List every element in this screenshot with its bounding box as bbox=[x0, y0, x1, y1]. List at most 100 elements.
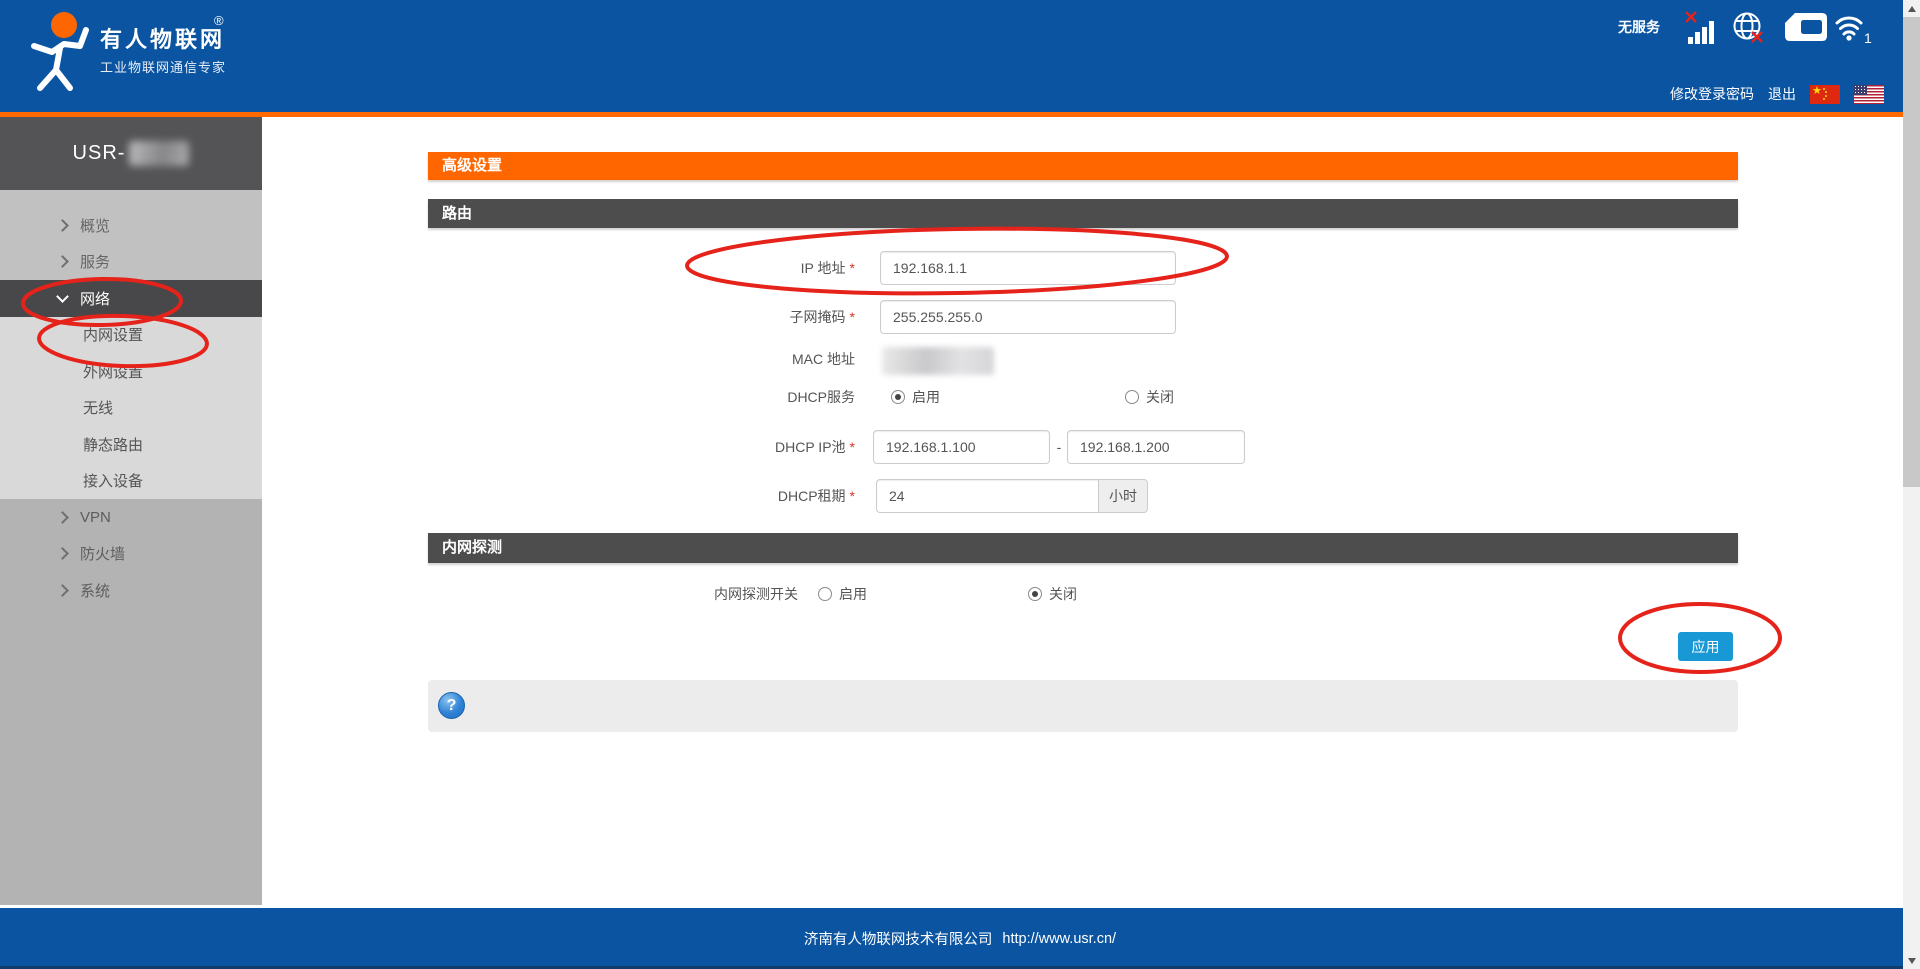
sidebar-item-services[interactable]: 服务 bbox=[0, 244, 262, 281]
globe-offline-icon bbox=[1732, 11, 1766, 45]
scrollbar-up-button[interactable] bbox=[1903, 0, 1920, 17]
probe-enable-label: 启用 bbox=[839, 584, 867, 604]
sidebar-item-lan-settings[interactable]: 内网设置 bbox=[0, 317, 262, 354]
sidebar-item-access-devices[interactable]: 接入设备 bbox=[0, 463, 262, 500]
sidebar-item-label: 接入设备 bbox=[83, 470, 143, 491]
header-links: 修改登录密码 退出 ★ bbox=[1670, 84, 1884, 104]
required-mark: * bbox=[850, 260, 855, 276]
chevron-right-icon bbox=[56, 584, 69, 597]
ip-address-input[interactable] bbox=[880, 251, 1176, 285]
sidebar-item-vpn[interactable]: VPN bbox=[0, 499, 262, 536]
form-row-dhcp-pool: DHCP IP池* - bbox=[428, 430, 1738, 464]
china-flag-icon[interactable]: ★ bbox=[1810, 85, 1840, 104]
chevron-right-icon bbox=[56, 547, 69, 560]
form-row-lan-probe-switch: 内网探测开关 启用 关闭 bbox=[428, 580, 1738, 608]
chevron-down-icon bbox=[56, 290, 69, 303]
required-mark: * bbox=[850, 439, 855, 455]
dhcp-pool-end-input[interactable] bbox=[1067, 430, 1245, 464]
required-mark: * bbox=[850, 488, 855, 504]
usr-person-logo-icon bbox=[26, 8, 94, 94]
wifi-count: 1 bbox=[1864, 30, 1872, 45]
redacted-device-model bbox=[129, 141, 189, 166]
sidebar-menu-gap bbox=[0, 190, 262, 207]
sidebar-item-wireless[interactable]: 无线 bbox=[0, 390, 262, 427]
device-name-prefix: USR- bbox=[73, 142, 126, 165]
sidebar: USR- 概览 服务 网络 内网设置 外网设置 无线 bbox=[0, 117, 262, 905]
dhcp-pool-start-input[interactable] bbox=[873, 430, 1050, 464]
sidebar-item-label: 网络 bbox=[80, 288, 110, 309]
chevron-right-icon bbox=[56, 255, 69, 268]
sidebar-item-label: 服务 bbox=[80, 251, 110, 272]
form-row-dhcp-lease: DHCP租期* 小时 bbox=[428, 479, 1738, 513]
dhcp-lease-input[interactable] bbox=[876, 479, 1098, 513]
sim-card-icon bbox=[1784, 12, 1828, 42]
dhcp-disable-label: 关闭 bbox=[1146, 387, 1174, 407]
sidebar-item-label: VPN bbox=[80, 509, 111, 526]
change-password-link[interactable]: 修改登录密码 bbox=[1670, 84, 1754, 104]
china-flag-star: ★ bbox=[1812, 85, 1822, 97]
sidebar-item-label: 系统 bbox=[80, 580, 110, 601]
dhcp-lease-label: DHCP租期* bbox=[428, 479, 855, 513]
sidebar-item-label: 静态路由 bbox=[83, 434, 143, 455]
subnet-mask-input[interactable] bbox=[880, 300, 1176, 334]
dhcp-disable-option[interactable]: 关闭 bbox=[1125, 383, 1174, 411]
footer-url-link[interactable]: http://www.usr.cn/ bbox=[1002, 931, 1116, 947]
form-row-mac: MAC 地址 bbox=[428, 345, 1738, 375]
chevron-right-icon bbox=[56, 219, 69, 232]
section-title-lan-probe: 内网探测 bbox=[428, 533, 1738, 563]
radio-button[interactable] bbox=[1125, 390, 1139, 404]
probe-disable-label: 关闭 bbox=[1049, 584, 1077, 604]
sidebar-item-wan-settings[interactable]: 外网设置 bbox=[0, 353, 262, 390]
sidebar-item-overview[interactable]: 概览 bbox=[0, 207, 262, 244]
sidebar-item-label: 无线 bbox=[83, 397, 113, 418]
vertical-scrollbar[interactable] bbox=[1903, 0, 1920, 969]
form-row-dhcp-service: DHCP服务 启用 关闭 bbox=[428, 383, 1738, 411]
lan-probe-switch-label: 内网探测开关 bbox=[428, 580, 798, 608]
wifi-icon: 1 bbox=[1835, 11, 1879, 45]
form-row-subnet-mask: 子网掩码* bbox=[428, 300, 1738, 334]
sidebar-item-label: 概览 bbox=[80, 215, 110, 236]
main-content: 高级设置 路由 IP 地址* 子网掩码* MAC 地址 DHCP服务 启用 关闭 bbox=[262, 117, 1903, 905]
radio-button-checked[interactable] bbox=[891, 390, 905, 404]
usa-flag-icon[interactable] bbox=[1854, 85, 1884, 104]
sidebar-item-system[interactable]: 系统 bbox=[0, 572, 262, 609]
radio-button-checked[interactable] bbox=[1028, 587, 1042, 601]
sidebar-item-label: 防火墙 bbox=[80, 543, 125, 564]
probe-disable-option[interactable]: 关闭 bbox=[1028, 580, 1077, 608]
brand-title: 有人物联网 bbox=[100, 22, 225, 54]
page-title: 高级设置 bbox=[428, 152, 1738, 180]
pool-range-separator: - bbox=[1054, 430, 1064, 464]
dhcp-lease-input-group: 小时 bbox=[876, 479, 1148, 513]
probe-enable-option[interactable]: 启用 bbox=[818, 580, 867, 608]
subnet-mask-label: 子网掩码* bbox=[428, 300, 855, 334]
lease-unit-addon: 小时 bbox=[1098, 479, 1148, 513]
mac-address-label: MAC 地址 bbox=[428, 345, 855, 373]
radio-button[interactable] bbox=[818, 587, 832, 601]
apply-button[interactable]: 应用 bbox=[1678, 632, 1733, 661]
registered-trademark-icon: ® bbox=[214, 13, 224, 28]
device-name-header: USR- bbox=[0, 117, 262, 190]
help-bar: ? bbox=[428, 680, 1738, 732]
china-flag-small-stars bbox=[1823, 88, 1825, 90]
sidebar-item-network[interactable]: 网络 bbox=[0, 280, 262, 317]
dhcp-enable-label: 启用 bbox=[912, 387, 940, 407]
sidebar-item-firewall[interactable]: 防火墙 bbox=[0, 536, 262, 573]
help-question-icon[interactable]: ? bbox=[438, 692, 465, 719]
chevron-right-icon bbox=[56, 511, 69, 524]
sidebar-item-static-route[interactable]: 静态路由 bbox=[0, 426, 262, 463]
dhcp-enable-option[interactable]: 启用 bbox=[891, 383, 940, 411]
footer-company: 济南有人物联网技术有限公司 bbox=[804, 928, 993, 949]
wifi-count-value: 1 bbox=[1864, 30, 1872, 45]
scrollbar-down-button[interactable] bbox=[1903, 952, 1920, 969]
sidebar-nav: 概览 服务 网络 内网设置 外网设置 无线 静态路由 接 bbox=[0, 207, 262, 609]
signal-bars-no-service-icon bbox=[1684, 8, 1718, 46]
sidebar-item-label: 内网设置 bbox=[83, 324, 143, 345]
scroll-down-arrow-icon bbox=[1908, 958, 1916, 964]
scroll-up-arrow-icon bbox=[1908, 6, 1916, 12]
logout-link[interactable]: 退出 bbox=[1768, 84, 1796, 104]
page-footer: 济南有人物联网技术有限公司 http://www.usr.cn/ bbox=[0, 908, 1920, 969]
scrollbar-thumb[interactable] bbox=[1903, 17, 1920, 487]
brand-subtitle: 工业物联网通信专家 bbox=[100, 57, 226, 76]
sidebar-item-label: 外网设置 bbox=[83, 361, 143, 382]
router-admin-page: 有人物联网 ® 工业物联网通信专家 无服务 bbox=[0, 0, 1920, 969]
